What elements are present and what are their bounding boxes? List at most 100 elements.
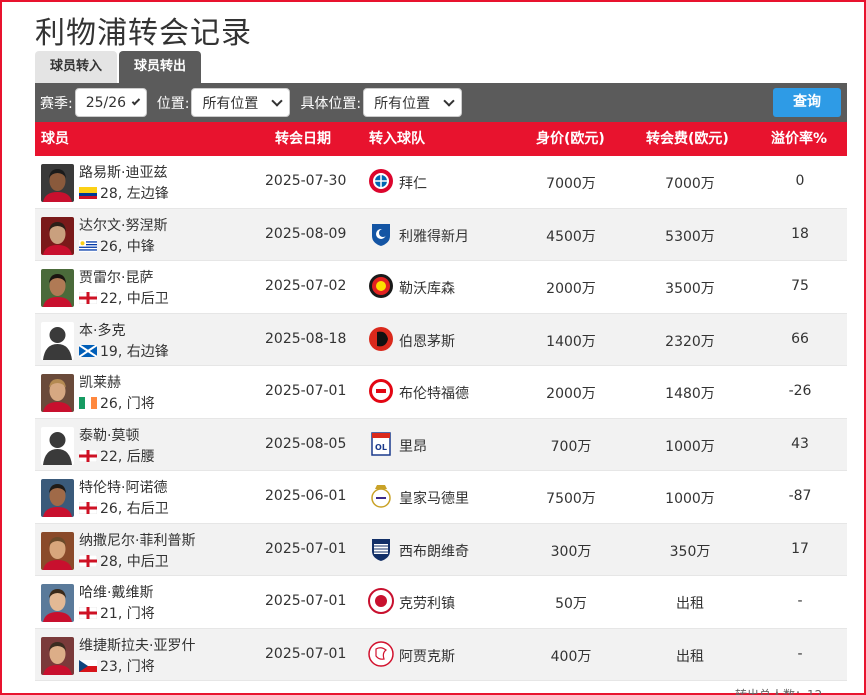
destination-team[interactable]: 拜仁 bbox=[399, 173, 427, 193]
header-date: 转会日期 bbox=[275, 131, 331, 147]
chevron-down-icon bbox=[443, 94, 455, 107]
player-age-position: 22, 中后卫 bbox=[100, 291, 169, 307]
market-value: 7500万 bbox=[546, 491, 596, 507]
player-age-position: 23, 门将 bbox=[100, 658, 155, 675]
transfer-date: 2025-07-30 bbox=[265, 173, 347, 189]
destination-team[interactable]: 西布朗维奇 bbox=[399, 541, 469, 561]
player-name[interactable]: 泰勒·莫顿 bbox=[79, 425, 139, 445]
market-value: 4500万 bbox=[546, 228, 596, 245]
player-name[interactable]: 哈维·戴维斯 bbox=[79, 582, 153, 602]
table-row[interactable]: 纳撒尼尔·菲利普斯 28, 中后卫 2025-07-01 西布朗维奇 300万 350万 1… bbox=[35, 523, 847, 576]
table-row[interactable]: 达尔文·努涅斯 26, 中锋 2025-08-09 利雅得新月 4500万 5300万 18 bbox=[35, 208, 847, 261]
premium-rate: 75 bbox=[791, 278, 809, 294]
tab-transfers-in[interactable]: 球员转入 bbox=[35, 51, 118, 83]
position-select[interactable]: 所有位置 bbox=[191, 88, 291, 117]
header-fee: 转会费(欧元) bbox=[646, 131, 729, 147]
destination-team[interactable]: 克劳利镇 bbox=[399, 593, 455, 613]
premium-rate: - bbox=[797, 645, 803, 662]
destination-team[interactable]: 勒沃库森 bbox=[399, 278, 455, 298]
transfer-fee: 350万 bbox=[669, 543, 711, 560]
player-name[interactable]: 达尔文·努涅斯 bbox=[79, 215, 167, 235]
header-player: 球员 bbox=[41, 131, 69, 147]
destination-team[interactable]: 伯恩茅斯 bbox=[399, 331, 455, 351]
destination-team[interactable]: 皇家马德里 bbox=[399, 488, 469, 508]
destination-team[interactable]: 布伦特福德 bbox=[399, 383, 469, 403]
player-meta: 28, 左边锋 bbox=[79, 183, 169, 203]
player-avatar[interactable] bbox=[41, 321, 74, 360]
season-label: 赛季: bbox=[40, 95, 73, 112]
header-team: 转入球队 bbox=[369, 131, 425, 147]
transfer-date: 2025-07-01 bbox=[265, 540, 347, 557]
destination-team[interactable]: 阿贾克斯 bbox=[399, 646, 455, 666]
table-row[interactable]: 维捷斯拉夫·亚罗什 23, 门将 2025-07-01 阿贾克斯 400万 出租 - bbox=[35, 628, 847, 681]
leverkusen-logo-icon bbox=[368, 273, 394, 299]
table-row[interactable]: 本·多克 19, 右边锋 2025-08-18 伯恩茅斯 1400万 2320万 66 bbox=[35, 313, 847, 366]
table-row[interactable]: 哈维·戴维斯 21, 门将 2025-07-01 克劳利镇 50万 出租 - bbox=[35, 576, 847, 629]
player-name[interactable]: 特伦特·阿诺德 bbox=[79, 477, 167, 497]
player-name[interactable]: 贾雷尔·昆萨 bbox=[79, 267, 153, 287]
table-row[interactable]: 凯莱赫 26, 门将 2025-07-01 布伦特福德 2000万 1480万 -26 bbox=[35, 366, 847, 419]
destination-team[interactable]: 里昂 bbox=[399, 436, 427, 456]
premium-rate: 0 bbox=[795, 173, 805, 189]
player-avatar[interactable] bbox=[41, 584, 74, 622]
season-select[interactable]: 25/26 bbox=[74, 88, 147, 117]
england-flag-icon bbox=[79, 502, 97, 514]
transfer-date: 2025-07-01 bbox=[265, 383, 347, 399]
market-value: 50万 bbox=[555, 596, 587, 612]
premium-rate: - bbox=[797, 593, 803, 609]
player-meta: 26, 门将 bbox=[79, 393, 155, 413]
position-label: 位置: bbox=[156, 95, 190, 112]
query-button[interactable]: 查询 bbox=[773, 88, 841, 117]
market-value: 2000万 bbox=[546, 281, 596, 297]
transfer-fee: 3500万 bbox=[665, 281, 715, 297]
destination-team[interactable]: 利雅得新月 bbox=[399, 226, 469, 246]
scotland-flag-icon bbox=[79, 344, 97, 357]
player-age-position: 19, 右边锋 bbox=[100, 343, 169, 360]
player-avatar[interactable] bbox=[41, 636, 74, 675]
player-avatar[interactable] bbox=[41, 216, 74, 255]
player-avatar[interactable] bbox=[41, 374, 74, 412]
transfer-fee: 1480万 bbox=[665, 386, 715, 402]
svg-text:OL: OL bbox=[375, 443, 387, 452]
real-madrid-logo-icon bbox=[368, 483, 394, 509]
player-name[interactable]: 维捷斯拉夫·亚罗什 bbox=[79, 635, 195, 655]
player-age-position: 28, 左边锋 bbox=[100, 186, 169, 202]
player-meta: 22, 中后卫 bbox=[79, 288, 169, 308]
transfer-date: 2025-08-09 bbox=[265, 225, 347, 242]
table-row[interactable]: 泰勒·莫顿 22, 后腰 2025-08-05 OL 里昂 700万 1000万 43 bbox=[35, 418, 847, 471]
market-value: 400万 bbox=[550, 648, 592, 665]
premium-rate: 43 bbox=[791, 435, 809, 452]
player-avatar[interactable] bbox=[41, 479, 74, 517]
position-select-value: 所有位置 bbox=[202, 95, 259, 112]
table-row[interactable]: 特伦特·阿诺德 26, 右后卫 2025-06-01 皇家马德里 7500万 1000万 -… bbox=[35, 471, 847, 524]
england-flag-icon bbox=[79, 449, 97, 462]
transfer-date: 2025-06-01 bbox=[265, 488, 347, 504]
player-age-position: 22, 后腰 bbox=[100, 448, 155, 465]
season-select-value: 25/26 bbox=[85, 94, 127, 111]
player-name[interactable]: 纳撒尼尔·菲利普斯 bbox=[79, 530, 195, 550]
total-count: 转出总人数：12 bbox=[735, 688, 823, 695]
transfer-fee: 出租 bbox=[676, 648, 704, 665]
crawley-logo-icon bbox=[368, 588, 394, 614]
table-row[interactable]: 路易斯·迪亚兹 28, 左边锋 2025-07-30 拜仁 7000万 7000万 0 bbox=[35, 156, 847, 209]
player-avatar[interactable] bbox=[41, 269, 74, 307]
czech-flag-icon bbox=[79, 659, 97, 672]
player-name[interactable]: 路易斯·迪亚兹 bbox=[79, 162, 167, 182]
premium-rate: -26 bbox=[788, 383, 812, 399]
player-name[interactable]: 凯莱赫 bbox=[79, 372, 121, 392]
detail-position-select-value: 所有位置 bbox=[374, 95, 431, 112]
player-avatar[interactable] bbox=[41, 164, 74, 202]
detail-position-label: 具体位置: bbox=[300, 95, 362, 112]
player-avatar[interactable] bbox=[41, 531, 74, 570]
transfer-table-body: 路易斯·迪亚兹 28, 左边锋 2025-07-30 拜仁 7000万 7000万 0 达尔文… bbox=[35, 156, 847, 681]
detail-position-select[interactable]: 所有位置 bbox=[363, 88, 463, 117]
ajax-logo-icon bbox=[368, 640, 394, 667]
table-row[interactable]: 贾雷尔·昆萨 22, 中后卫 2025-07-02 勒沃库森 2000万 3500万 75 bbox=[35, 261, 847, 314]
tab-transfers-out[interactable]: 球员转出 bbox=[119, 51, 202, 83]
colombia-flag-icon bbox=[79, 187, 97, 199]
market-value: 2000万 bbox=[546, 386, 596, 402]
player-avatar[interactable] bbox=[41, 426, 74, 465]
england-flag-icon bbox=[79, 292, 97, 304]
transfer-fee: 1000万 bbox=[665, 491, 715, 507]
player-name[interactable]: 本·多克 bbox=[79, 320, 125, 340]
